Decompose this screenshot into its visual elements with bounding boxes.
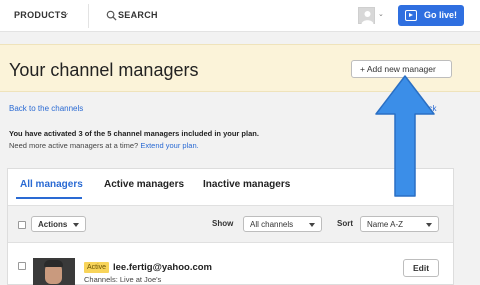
products-menu[interactable]: PRODUCTS xyxy=(14,10,67,20)
manager-channels: Channels: Live at Joe's xyxy=(84,275,162,284)
plan-usage-text: You have activated 3 of the 5 channel ma… xyxy=(9,129,259,138)
actions-label: Actions xyxy=(38,220,68,229)
back-to-channels-link[interactable]: Back to the channels xyxy=(9,104,83,113)
avatar[interactable] xyxy=(358,7,375,24)
tab-active-managers[interactable]: Active managers xyxy=(104,179,184,190)
divider xyxy=(88,4,89,28)
show-label: Show xyxy=(212,219,234,228)
search-input[interactable]: SEARCH xyxy=(118,10,158,20)
video-camera-icon xyxy=(405,10,417,21)
show-channels-value: All channels xyxy=(250,220,294,229)
arrow-up-icon xyxy=(375,75,435,197)
caret-down-icon xyxy=(73,223,79,227)
status-badge: Active xyxy=(84,262,110,273)
plan-upsell-prefix: Need more active managers at a time? xyxy=(9,141,139,150)
page-title: Your channel managers xyxy=(9,60,199,80)
go-live-label: Go live! xyxy=(424,10,458,20)
extend-plan-link[interactable]: Extend your plan. xyxy=(140,141,198,150)
hair xyxy=(44,260,63,267)
go-live-button[interactable]: Go live! xyxy=(398,5,464,26)
plan-upsell-text: Need more active managers at a time? Ext… xyxy=(9,141,199,150)
sort-select[interactable]: Name A-Z xyxy=(360,216,439,232)
manager-avatar xyxy=(33,258,75,285)
user-icon xyxy=(361,11,374,24)
manager-email: lee.fertig@yahoo.com xyxy=(113,262,213,273)
top-bar: PRODUCTS ⌄ SEARCH ⌄ Go live! xyxy=(0,0,480,32)
search-icon[interactable] xyxy=(106,10,117,21)
row-checkbox[interactable] xyxy=(18,262,26,270)
select-all-checkbox[interactable] xyxy=(18,221,26,229)
active-tab-indicator xyxy=(16,197,82,199)
caret-down-icon xyxy=(426,223,432,227)
actions-dropdown[interactable]: Actions xyxy=(31,216,86,232)
caret-down-icon xyxy=(309,223,315,227)
sort-value: Name A-Z xyxy=(367,220,404,229)
edit-manager-button[interactable]: Edit xyxy=(403,259,439,277)
tab-all-managers[interactable]: All managers xyxy=(20,179,83,190)
tab-inactive-managers[interactable]: Inactive managers xyxy=(203,179,290,190)
chevron-down-icon[interactable]: ⌄ xyxy=(378,10,384,18)
show-channels-select[interactable]: All channels xyxy=(243,216,322,232)
sort-label: Sort xyxy=(337,219,353,228)
chevron-down-icon[interactable]: ⌄ xyxy=(63,8,70,17)
